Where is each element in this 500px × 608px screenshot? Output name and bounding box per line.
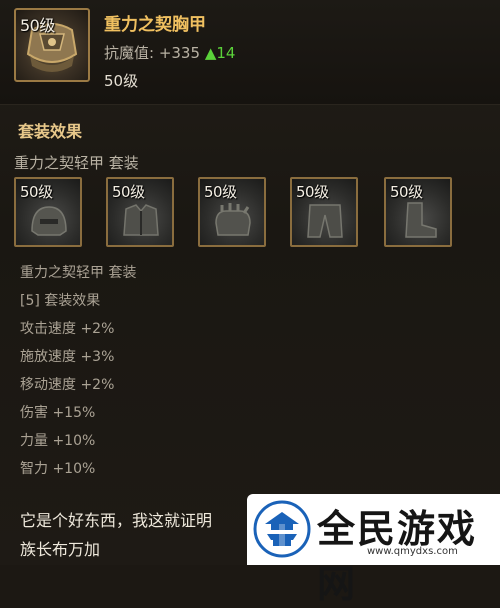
set-bonus-line: 重力之契轻甲 套装 bbox=[20, 265, 137, 281]
set-slot-leggings[interactable]: 50级 bbox=[290, 177, 358, 247]
slot-level-badge: 50级 bbox=[296, 183, 329, 201]
item-tooltip: 50级 重力之契胸甲 抗魔值: +335 ▲14 50级 套装效果 重力之契轻甲… bbox=[0, 0, 500, 606]
leggings-icon bbox=[307, 204, 343, 238]
stat-delta: ▲14 bbox=[204, 44, 236, 62]
item-description: 它是个好东西，我这就证明 族长布万加 bbox=[20, 506, 212, 564]
item-level-badge: 50级 bbox=[20, 16, 55, 35]
set-slot-boots[interactable]: 50级 bbox=[384, 177, 452, 247]
stat-label: 抗魔值: +335 bbox=[104, 44, 201, 62]
magic-resist-stat: 抗魔值: +335 ▲14 bbox=[104, 42, 235, 63]
description-line: 它是个好东西，我这就证明 bbox=[20, 511, 213, 530]
gloves-icon bbox=[215, 203, 251, 236]
set-bonus-line: 攻击速度 +2% bbox=[20, 321, 115, 337]
description-line: 族长布万加 bbox=[20, 540, 101, 559]
item-name: 重力之契胸甲 bbox=[104, 15, 206, 35]
set-name: 重力之契轻甲 套装 bbox=[14, 154, 139, 172]
pagoda-logo-icon bbox=[253, 500, 311, 558]
site-watermark: 全民游戏网 www.qmydxs.com bbox=[247, 494, 500, 606]
set-bonus-line: 智力 +10% bbox=[20, 461, 96, 477]
chest-armor-icon bbox=[123, 204, 159, 236]
chest-armor-item-icon[interactable]: 50级 bbox=[14, 8, 90, 82]
set-bonus-line: 力量 +10% bbox=[20, 433, 96, 449]
boots-icon bbox=[405, 202, 437, 238]
set-slot-helmet[interactable]: 50级 bbox=[14, 177, 82, 247]
set-bonus-line: 施放速度 +3% bbox=[20, 349, 115, 365]
slot-level-badge: 50级 bbox=[112, 183, 145, 201]
slot-level-badge: 50级 bbox=[20, 183, 53, 201]
set-bonus-line: 伤害 +15% bbox=[20, 405, 96, 421]
set-bonus-line: [5] 套装效果 bbox=[20, 293, 101, 309]
set-bonus-line: 移动速度 +2% bbox=[20, 377, 115, 393]
set-slot-gloves[interactable]: 50级 bbox=[198, 177, 266, 247]
set-effect-title: 套装效果 bbox=[18, 122, 83, 141]
required-level: 50级 bbox=[104, 72, 139, 90]
slot-level-badge: 50级 bbox=[204, 183, 237, 201]
item-header: 50级 重力之契胸甲 抗魔值: +335 ▲14 50级 bbox=[0, 0, 500, 105]
set-slot-chest[interactable]: 50级 bbox=[106, 177, 174, 247]
helmet-icon bbox=[31, 206, 67, 236]
watermark-url: www.qmydxs.com bbox=[367, 546, 458, 557]
slot-level-badge: 50级 bbox=[390, 183, 423, 201]
